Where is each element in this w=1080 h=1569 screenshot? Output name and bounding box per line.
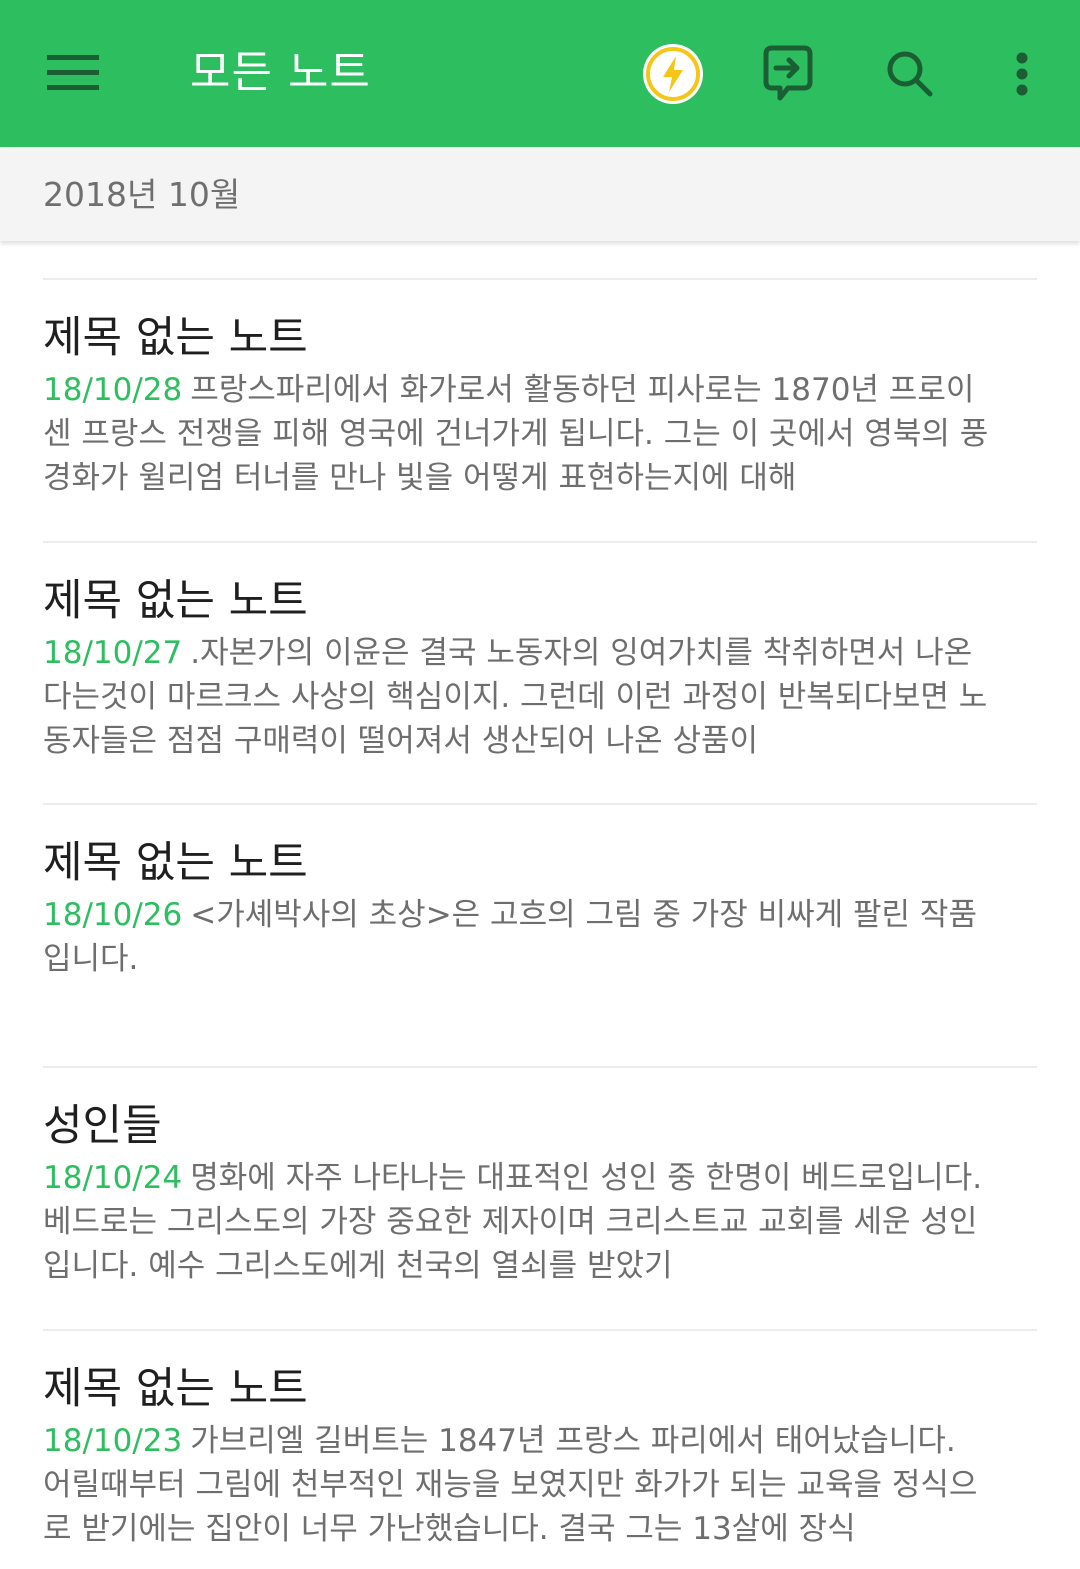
note-preview: 18/10/28 프랑스파리에서 화가로서 활동하던 피사로는 1870년 프로이…: [43, 368, 993, 500]
note-date: 18/10/27: [43, 635, 183, 671]
search-icon: [887, 51, 933, 97]
note-item[interactable]: 성인들 18/10/24 명화에 자주 나타나는 대표적인 성인 중 한명이 베드…: [43, 1066, 1037, 1328]
note-title: 제목 없는 노트: [43, 313, 308, 363]
note-snippet: 프랑스파리에서 화가로서 활동하던 피사로는 1870년 프로이센 프랑스 전쟁…: [43, 372, 989, 496]
note-item[interactable]: 제목 없는 노트 18/10/28 프랑스파리에서 화가로서 활동하던 피사로는 …: [43, 278, 1037, 540]
note-title: 제목 없는 노트: [43, 1364, 308, 1414]
note-item[interactable]: 제목 없는 노트 18/10/26 <가셰박사의 초상>은 고흐의 그림 중 가장…: [43, 803, 1037, 1065]
note-title: 제목 없는 노트: [43, 838, 308, 888]
note-date: 18/10/28: [43, 372, 183, 408]
lightning-bolt-icon: [643, 44, 703, 104]
share-note-icon: [763, 45, 813, 101]
note-snippet: <가셰박사의 초상>은 고흐의 그림 중 가장 비싸게 팔린 작품입니다.: [43, 897, 977, 977]
app-toolbar: 모든 노트: [0, 0, 1080, 147]
note-snippet: .자본가의 이윤은 결국 노동자의 잉여가치를 착취하면서 나온다는것이 마르크…: [43, 635, 988, 759]
note-title: 제목 없는 노트: [43, 576, 308, 626]
note-preview: 18/10/26 <가셰박사의 초상>은 고흐의 그림 중 가장 비싸게 팔린 작…: [43, 893, 993, 981]
note-item[interactable]: 제목 없는 노트 18/10/27 .자본가의 이윤은 결국 노동자의 잉여가치를…: [43, 541, 1037, 803]
page-title: 모든 노트: [190, 47, 371, 98]
note-list: 제목 없는 노트 18/10/28 프랑스파리에서 화가로서 활동하던 피사로는 …: [0, 241, 1080, 1569]
more-vertical-icon: [1016, 52, 1028, 96]
note-snippet: 가브리엘 길버트는 1847년 프랑스 파리에서 태어났습니다. 어릴때부터 그…: [43, 1423, 978, 1547]
month-section-header: 2018년 10월: [0, 147, 1080, 241]
note-date: 18/10/23: [43, 1423, 183, 1459]
share-note-button[interactable]: [752, 40, 824, 108]
note-preview: 18/10/27 .자본가의 이윤은 결국 노동자의 잉여가치를 착취하면서 나온…: [43, 631, 993, 763]
note-item[interactable]: 제목 없는 노트 18/10/23 가브리엘 길버트는 1847년 프랑스 파리에…: [43, 1329, 1037, 1569]
note-snippet: 명화에 자주 나타나는 대표적인 성인 중 한명이 베드로입니다. 베드로는 그…: [43, 1160, 983, 1284]
month-label: 2018년 10월: [43, 175, 241, 214]
menu-button[interactable]: [30, 40, 116, 106]
search-button[interactable]: [874, 40, 946, 108]
note-preview: 18/10/23 가브리엘 길버트는 1847년 프랑스 파리에서 태어났습니다.…: [43, 1419, 993, 1551]
note-date: 18/10/24: [43, 1160, 183, 1196]
more-options-button[interactable]: [986, 40, 1058, 108]
note-preview: 18/10/24 명화에 자주 나타나는 대표적인 성인 중 한명이 베드로입니다…: [43, 1156, 993, 1288]
note-title: 성인들: [43, 1101, 162, 1151]
app-screen: 모든 노트 2018년 10월 제목 없는 노트 18/10/28 프랑스파리에…: [0, 0, 1080, 1569]
note-date: 18/10/26: [43, 897, 183, 933]
hamburger-menu-icon: [47, 55, 99, 90]
quick-note-button[interactable]: [637, 40, 709, 108]
